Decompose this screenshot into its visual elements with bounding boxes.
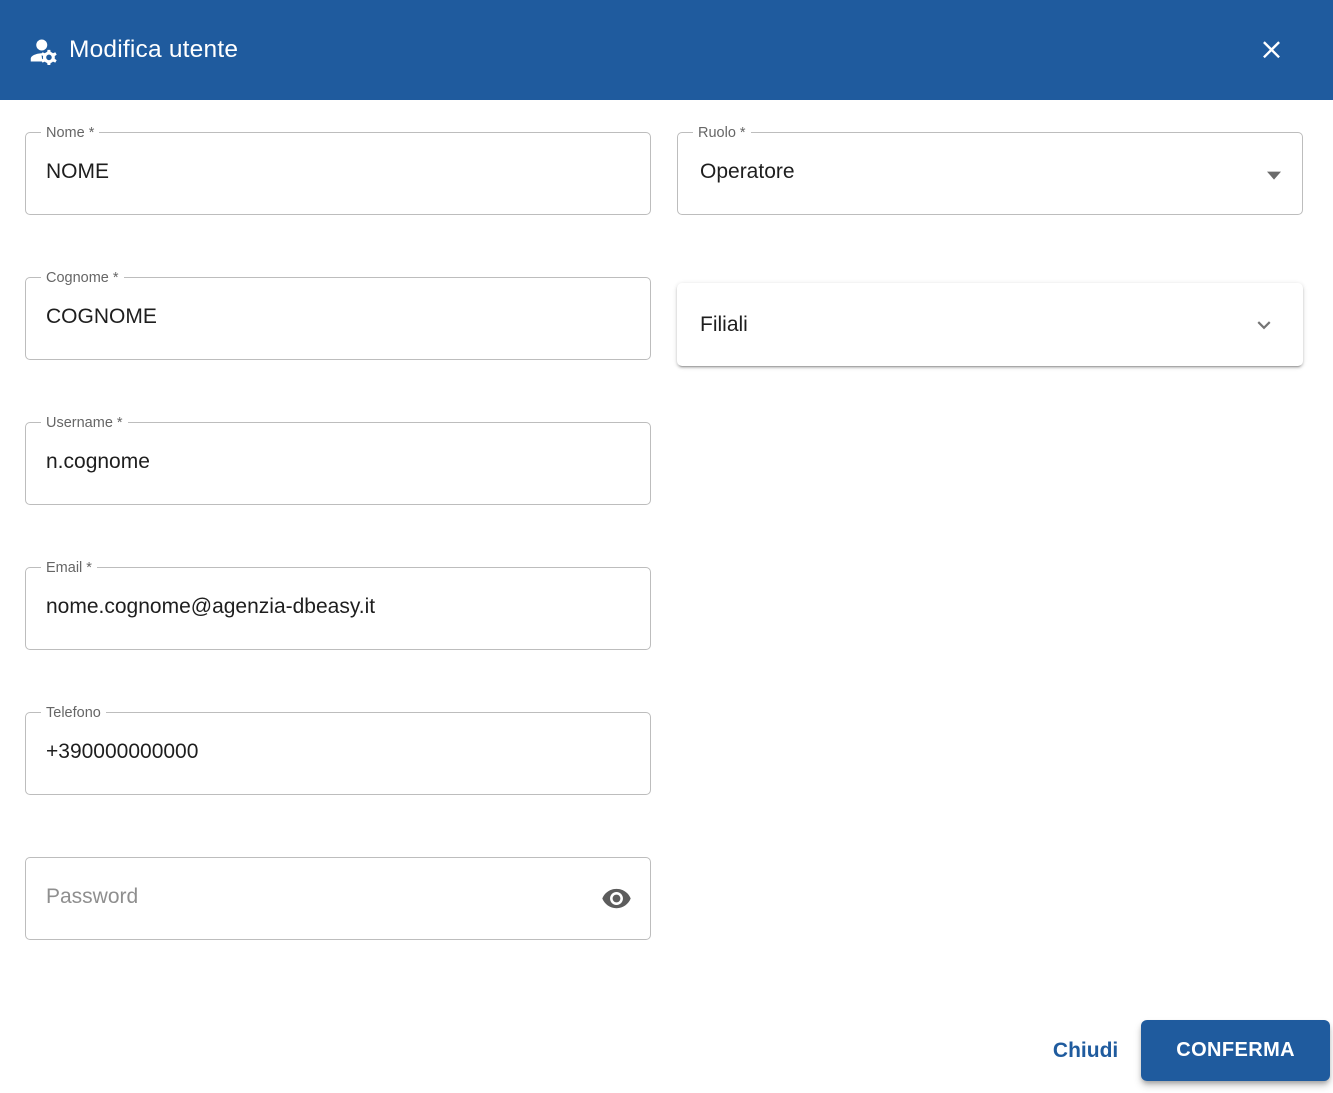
email-field: Email *	[25, 558, 651, 650]
nome-field: Nome *	[25, 123, 651, 215]
cognome-input[interactable]	[26, 278, 650, 359]
ruolo-select[interactable]: Ruolo * Operatore	[677, 123, 1303, 215]
filiali-label: Filiali	[700, 312, 748, 336]
username-label: Username *	[41, 413, 128, 433]
conferma-button[interactable]: CONFERMA	[1141, 1020, 1330, 1081]
telefono-input[interactable]	[26, 713, 650, 794]
form-right-column: Ruolo * Operatore Filiali	[677, 123, 1303, 1002]
dropdown-arrow-icon	[1267, 171, 1281, 180]
telefono-label: Telefono	[41, 703, 106, 723]
ruolo-label: Ruolo *	[693, 123, 751, 143]
close-icon	[1262, 40, 1280, 58]
username-input[interactable]	[26, 423, 650, 504]
toggle-password-visibility-button[interactable]	[597, 880, 635, 918]
password-field	[25, 857, 651, 940]
password-input[interactable]	[26, 858, 650, 939]
close-button[interactable]	[1251, 29, 1291, 69]
email-label: Email *	[41, 558, 97, 578]
telefono-field: Telefono	[25, 703, 651, 795]
username-field: Username *	[25, 413, 651, 505]
manage-accounts-icon	[30, 39, 57, 65]
nome-label: Nome *	[41, 123, 100, 143]
chevron-down-icon	[1257, 320, 1271, 329]
dialog-title: Modifica utente	[69, 36, 239, 63]
nome-input[interactable]	[26, 133, 650, 214]
dialog-header: Modifica utente	[0, 0, 1333, 100]
visibility-eye-icon	[601, 888, 631, 909]
dialog-body: Nome * Cognome * Username * Email * Tele…	[0, 100, 1333, 1002]
form-left-column: Nome * Cognome * Username * Email * Tele…	[25, 123, 651, 1002]
ruolo-selected-value: Operatore	[700, 159, 795, 183]
email-input[interactable]	[26, 568, 650, 649]
cognome-label: Cognome *	[41, 268, 124, 288]
dialog-actions: Chiudi CONFERMA	[1049, 1020, 1330, 1081]
filiali-expansion-panel[interactable]: Filiali	[677, 283, 1303, 366]
cognome-field: Cognome *	[25, 268, 651, 360]
chiudi-button[interactable]: Chiudi	[1049, 1031, 1122, 1071]
edit-user-dialog: Modifica utente Nome * Cognome * Usernam…	[0, 0, 1333, 1081]
